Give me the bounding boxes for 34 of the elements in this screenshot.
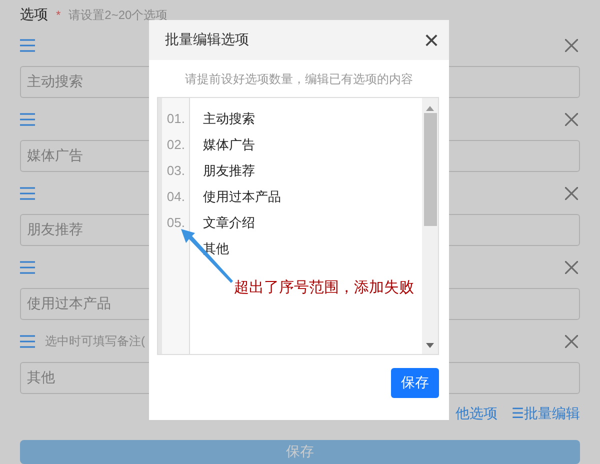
line-text: 媒体广告	[203, 136, 256, 154]
line-text: 文章介绍	[203, 214, 256, 232]
line-text: 使用过本产品	[203, 188, 282, 206]
scrollbar[interactable]	[422, 98, 438, 354]
annotation-text: 超出了序号范围，添加失败	[234, 278, 414, 297]
drag-handle-icon[interactable]	[20, 186, 35, 200]
scroll-up-icon[interactable]	[426, 106, 434, 111]
close-icon[interactable]	[565, 186, 578, 200]
close-icon[interactable]	[565, 38, 578, 52]
line-text: 主动搜索	[203, 110, 256, 128]
line-number: 02.	[166, 136, 186, 154]
dialog-title: 批量编辑选项	[165, 31, 249, 49]
drag-handle-icon[interactable]	[20, 260, 35, 274]
link[interactable]: 他选项	[455, 405, 498, 423]
close-icon[interactable]	[565, 260, 578, 274]
line-number: 05.	[166, 214, 186, 232]
line-text: 朋友推荐	[203, 162, 256, 180]
drag-handle-icon[interactable]	[20, 334, 35, 348]
scrollbar-thumb[interactable]	[424, 113, 436, 226]
close-icon[interactable]	[565, 334, 578, 348]
scroll-down-icon[interactable]	[426, 343, 434, 348]
link[interactable]: ☰批量编辑	[511, 405, 580, 423]
note-label: 选中时可填写备注(	[45, 332, 145, 350]
close-icon[interactable]	[565, 112, 578, 126]
drag-handle-icon[interactable]	[20, 38, 35, 52]
instruction-text: 请提前设好选项数量，编辑已有选项的内容	[184, 71, 414, 88]
dialog-save-button[interactable]: 保存	[391, 368, 439, 398]
line-number: 01.	[166, 110, 186, 128]
line-number: 03.	[166, 162, 186, 180]
close-button[interactable]: ×	[424, 28, 439, 52]
drag-handle-icon[interactable]	[20, 112, 35, 126]
line-number: 04.	[166, 188, 186, 206]
options-label: 选项	[20, 6, 48, 24]
required-mark: *	[56, 8, 61, 22]
